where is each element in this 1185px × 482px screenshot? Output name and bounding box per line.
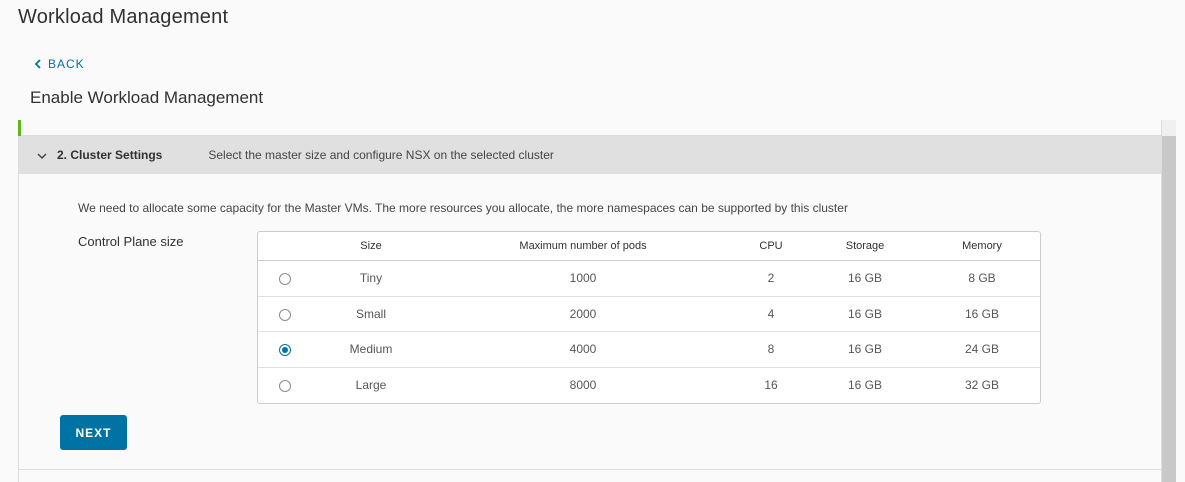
- size-radio-tiny[interactable]: [279, 273, 291, 286]
- divider: [18, 469, 1162, 470]
- header-memory: Memory: [924, 232, 1040, 261]
- cell-size: Medium: [312, 332, 430, 368]
- header-cpu: CPU: [736, 232, 806, 261]
- cell-pods: 1000: [430, 261, 736, 297]
- cell-cpu: 16: [764, 378, 778, 393]
- table-row[interactable]: Tiny 1000 2 16 GB 8 GB: [258, 261, 1040, 297]
- header-pods: Maximum number of pods: [430, 232, 736, 261]
- back-link[interactable]: BACK: [34, 57, 85, 71]
- step-header-cluster-settings[interactable]: 2. Cluster Settings Select the master si…: [19, 136, 1161, 174]
- cell-memory: 8 GB: [924, 261, 1040, 297]
- chevron-down-icon[interactable]: [36, 149, 48, 161]
- cell-size: Large: [355, 378, 387, 393]
- cell-size: Small: [312, 297, 430, 332]
- step-description: Select the master size and configure NSX…: [208, 148, 554, 162]
- size-radio-large[interactable]: [279, 380, 291, 393]
- cell-storage: 16 GB: [847, 378, 883, 393]
- cell-memory: 32 GB: [964, 378, 1000, 393]
- back-label: BACK: [48, 57, 85, 71]
- table-header-row: Size Maximum number of pods CPU Storage …: [258, 232, 1040, 261]
- table-row[interactable]: Small 2000 4 16 GB 16 GB: [258, 297, 1040, 332]
- cell-storage: 16 GB: [806, 332, 924, 368]
- table-row[interactable]: Large 8000 16 16 GB 32 GB: [258, 368, 1040, 404]
- control-plane-size-table: Size Maximum number of pods CPU Storage …: [257, 231, 1041, 404]
- header-storage: Storage: [806, 232, 924, 261]
- cell-cpu: 2: [736, 261, 806, 297]
- cell-size: Tiny: [312, 261, 430, 297]
- chevron-left-icon: [34, 59, 42, 69]
- intro-text: We need to allocate some capacity for th…: [78, 201, 848, 215]
- cell-memory: 24 GB: [924, 332, 1040, 368]
- table-row[interactable]: Medium 4000 8 16 GB 24 GB: [258, 332, 1040, 368]
- next-button[interactable]: NEXT: [60, 415, 127, 450]
- scrollbar[interactable]: [1162, 136, 1176, 482]
- size-radio-medium[interactable]: [279, 344, 291, 357]
- scrollbar-arrow[interactable]: [1162, 120, 1176, 136]
- wizard-title: Enable Workload Management: [30, 88, 264, 107]
- cell-cpu: 8: [736, 332, 806, 368]
- cell-cpu: 4: [736, 297, 806, 332]
- control-plane-size-label: Control Plane size: [78, 234, 184, 249]
- cell-memory: 16 GB: [924, 297, 1040, 332]
- header-select: [258, 232, 312, 261]
- page-title: Workload Management: [18, 6, 229, 28]
- size-radio-small[interactable]: [279, 308, 291, 321]
- cell-pods: 8000: [569, 378, 597, 393]
- header-size: Size: [312, 232, 430, 261]
- step-title: 2. Cluster Settings: [57, 148, 163, 162]
- cell-pods: 2000: [430, 297, 736, 332]
- previous-step-header[interactable]: [19, 120, 1161, 136]
- step-complete-indicator: [18, 120, 21, 136]
- cell-storage: 16 GB: [806, 297, 924, 332]
- cell-storage: 16 GB: [806, 261, 924, 297]
- cell-pods: 4000: [430, 332, 736, 368]
